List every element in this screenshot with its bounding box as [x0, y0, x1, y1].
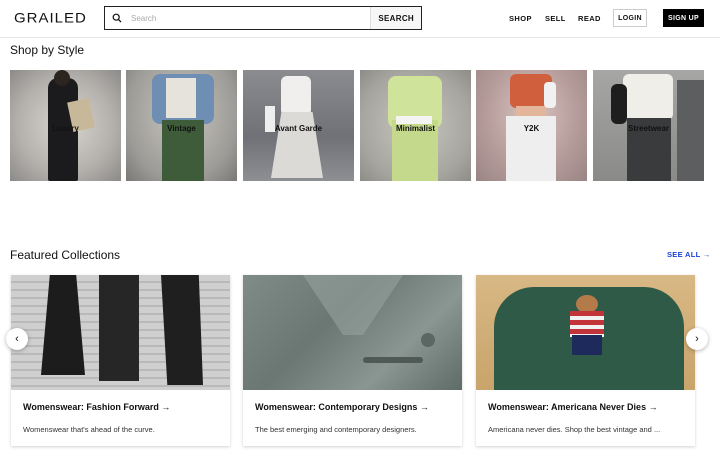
collection-desc-contemporary-designs: The best emerging and contemporary desig… — [255, 425, 417, 434]
search-button[interactable]: SEARCH — [370, 7, 421, 29]
search-bar: SEARCH — [104, 6, 422, 30]
collection-desc-fashion-forward: Womenswear that's ahead of the curve. — [23, 425, 155, 434]
chevron-left-icon: ‹ — [15, 333, 19, 345]
see-all-link[interactable]: SEE ALL → — [667, 250, 711, 259]
collection-desc-americana-never-dies: Americana never dies. Shop the best vint… — [488, 425, 661, 434]
shop-by-style-title: Shop by Style — [10, 43, 85, 57]
collection-title-fashion-forward[interactable]: Womenswear: Fashion Forward → — [23, 402, 170, 412]
style-label-minimalist: Minimalist — [395, 124, 436, 133]
collection-card-americana-never-dies[interactable]: Womenswear: Americana Never Dies → Ameri… — [476, 275, 695, 446]
collection-title-contemporary-designs[interactable]: Womenswear: Contemporary Designs → — [255, 402, 429, 412]
collection-image-contemporary-designs — [243, 275, 462, 390]
carousel-prev-button[interactable]: ‹ — [6, 328, 28, 350]
search-input[interactable] — [129, 8, 371, 28]
signup-button[interactable]: SIGN UP — [663, 9, 704, 27]
style-label-y2k: Y2K — [523, 124, 540, 133]
nav-shop[interactable]: SHOP — [509, 14, 532, 23]
collection-title-americana-never-dies[interactable]: Womenswear: Americana Never Dies → — [488, 402, 658, 412]
style-label-luxury: Luxury — [52, 124, 79, 133]
collection-image-fashion-forward — [11, 275, 230, 390]
grailed-logo[interactable]: GRAILED — [14, 11, 87, 27]
chevron-right-icon: › — [695, 333, 699, 345]
nav-sell[interactable]: SELL — [545, 14, 566, 23]
collection-card-fashion-forward[interactable]: Womenswear: Fashion Forward → Womenswear… — [11, 275, 230, 446]
nav-read[interactable]: READ — [578, 14, 601, 23]
style-label-avant-garde: Avant Garde — [274, 124, 323, 133]
collection-image-americana-never-dies — [476, 275, 695, 390]
featured-collections-title: Featured Collections — [10, 248, 121, 262]
carousel-next-button[interactable]: › — [686, 328, 708, 350]
style-label-vintage: Vintage — [167, 124, 196, 133]
login-button[interactable]: LOGIN — [613, 9, 647, 27]
collection-card-contemporary-designs[interactable]: Womenswear: Contemporary Designs → The b… — [243, 275, 462, 446]
search-icon — [105, 7, 129, 29]
style-label-streetwear: Streetwear — [628, 124, 669, 133]
top-header: GRAILED SEARCH SHOP SELL READ LOGIN SIGN… — [0, 0, 720, 38]
